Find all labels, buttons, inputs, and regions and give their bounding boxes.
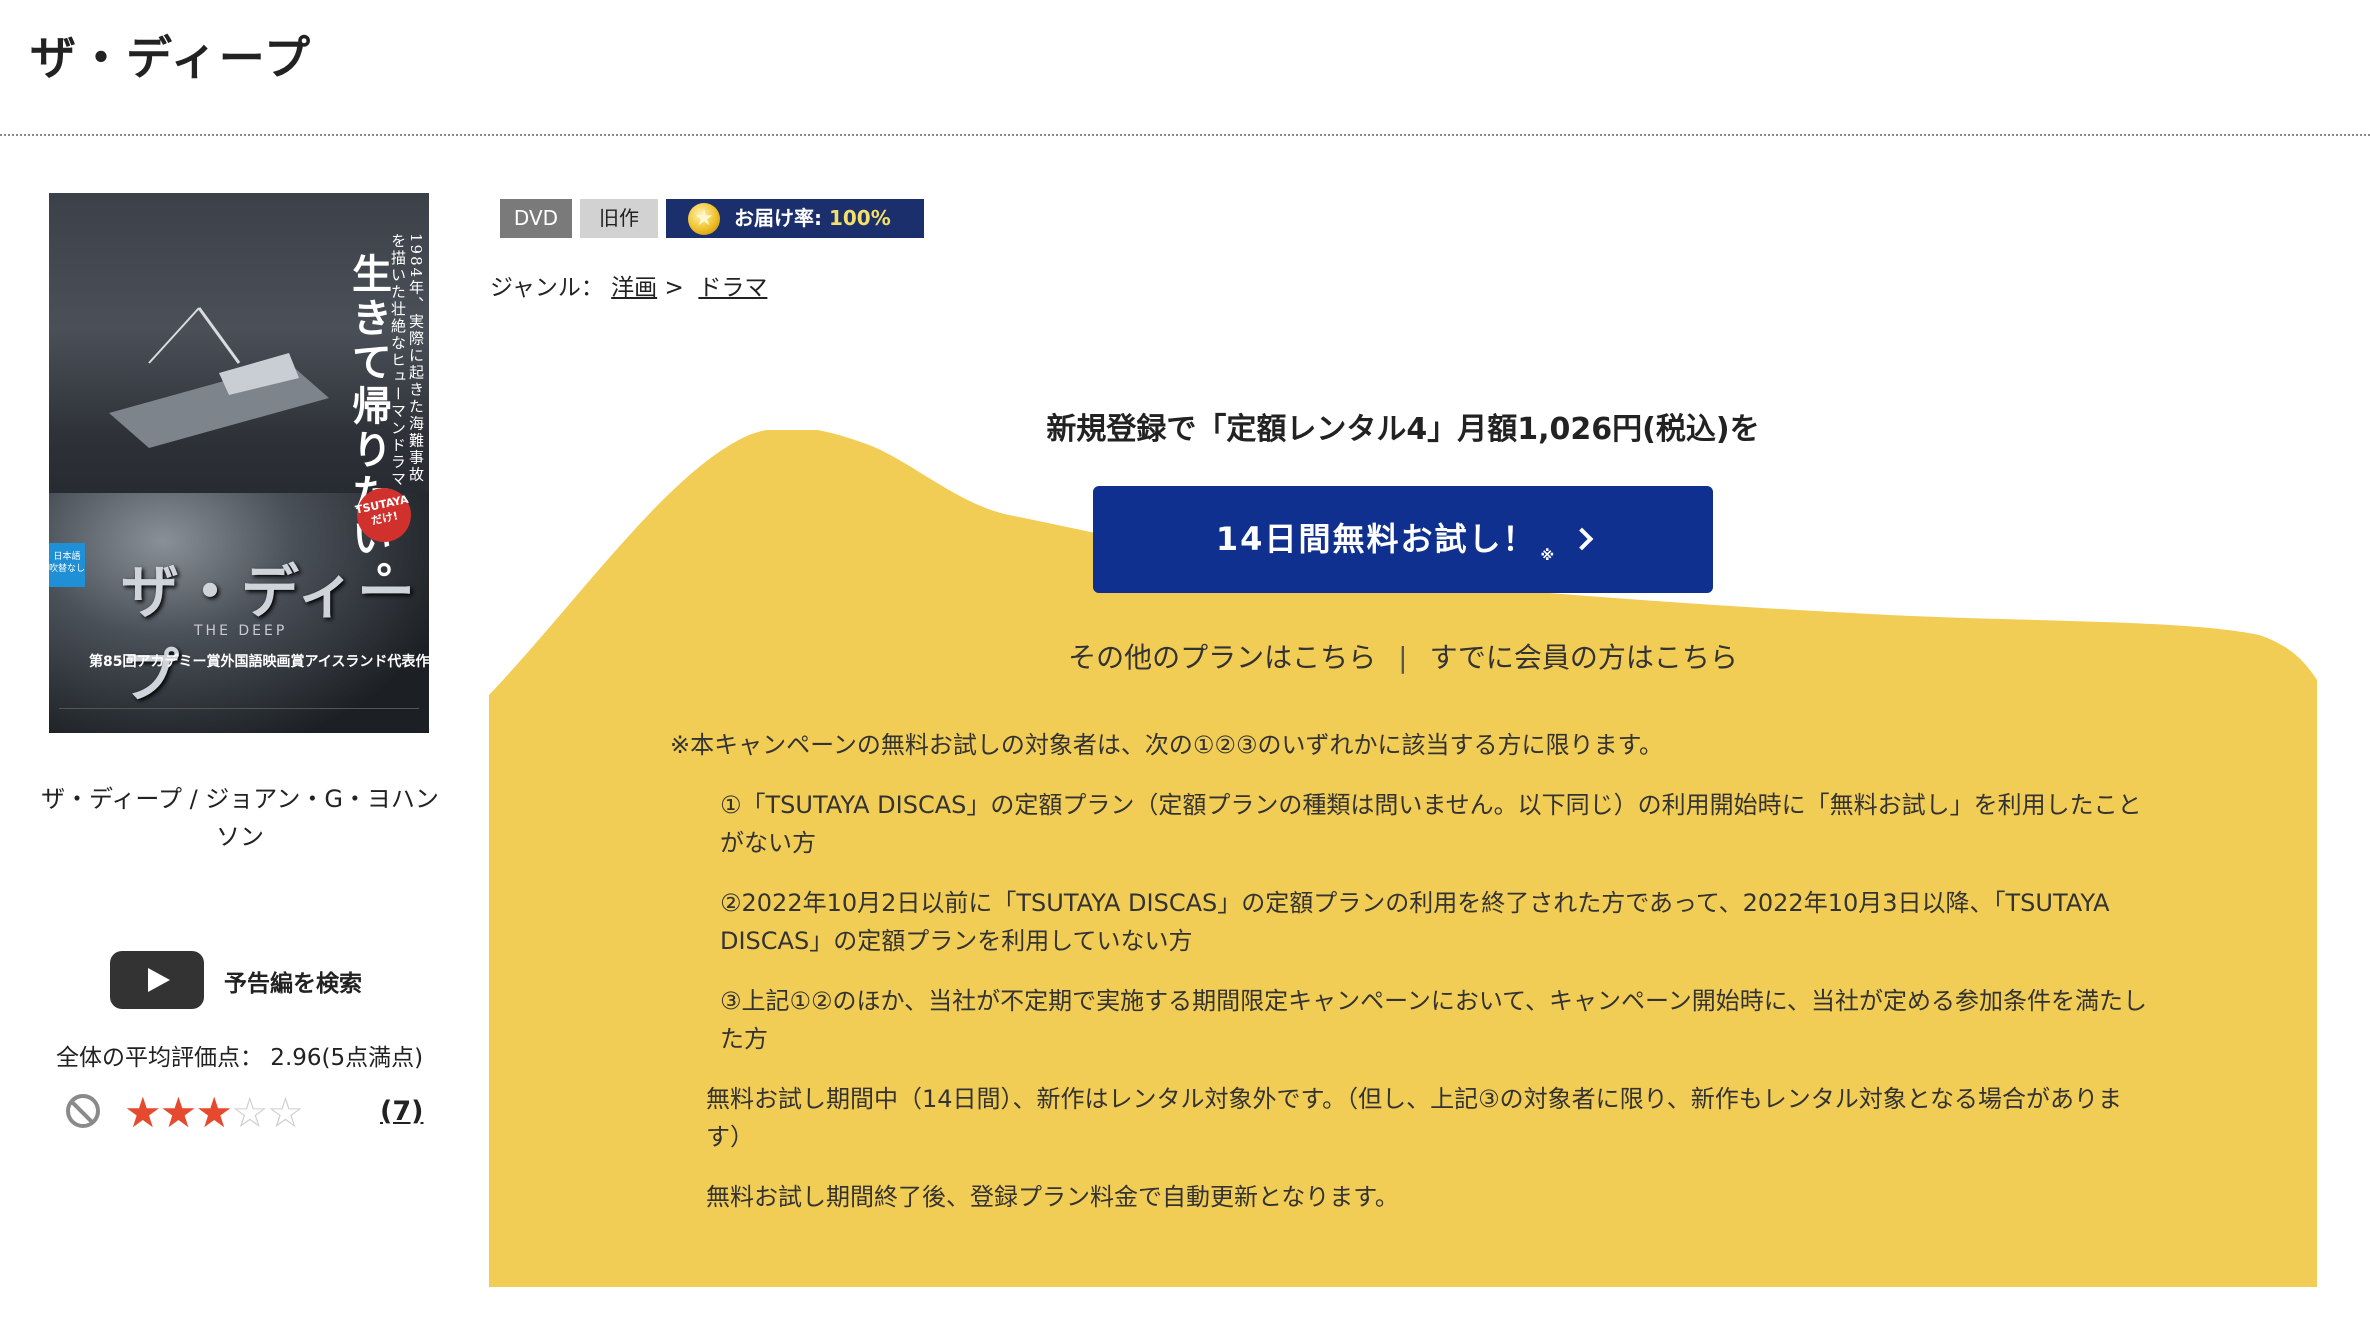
campaign-note-3: ③上記①②のほか、当社が不定期で実施する期間限定キャンペーンにおいて、キャンペー…: [720, 987, 2148, 1053]
star-rating[interactable]: ★★★☆☆: [124, 1088, 305, 1137]
poster-footer: [59, 708, 419, 718]
other-plans-link[interactable]: その他のプランはこちら: [1068, 641, 1376, 674]
genre-link-drama[interactable]: ドラマ: [698, 275, 767, 301]
format-tag: DVD: [500, 199, 572, 238]
gold-star-icon: ★: [688, 203, 720, 235]
review-count[interactable]: (7): [380, 1096, 423, 1127]
movie-poster[interactable]: 1984年、実際に起きた海難事故を描いた壮絶なヒューマンドラマ 生きて帰りたい。…: [49, 193, 429, 733]
trailer-search-link[interactable]: 予告編を検索: [224, 964, 362, 998]
star-icon-filled[interactable]: ★: [160, 1088, 198, 1137]
free-trial-button-label: 14日間無料お試し！: [1215, 520, 1537, 558]
not-interested-icon[interactable]: [66, 1094, 100, 1128]
trailer-play-button[interactable]: [110, 951, 204, 1009]
free-trial-button[interactable]: 14日間無料お試し！ ※: [1093, 486, 1713, 593]
poster-dub-badge: 日本語 吹替なし: [49, 543, 85, 587]
poster-ship-illustration: [109, 307, 329, 448]
play-icon: [148, 968, 170, 992]
chevron-right-icon: [1570, 527, 1594, 551]
campaign-note-1: ①「TSUTAYA DISCAS」の定額プラン（定額プランの種類は問いません。以…: [720, 791, 2142, 857]
star-icon-filled[interactable]: ★: [124, 1088, 162, 1137]
genre-link-foreign[interactable]: 洋画: [611, 275, 657, 301]
free-trial-note-mark: ※: [1540, 548, 1557, 564]
delivery-rate-value: 100%: [828, 206, 891, 230]
genre-separator: >: [664, 275, 684, 301]
genre-label: ジャンル：: [490, 275, 604, 301]
star-icon-empty[interactable]: ☆: [267, 1088, 305, 1137]
campaign-note-2: ②2022年10月2日以前に「TSUTAYA DISCAS」の定額プランの利用を…: [720, 889, 2110, 955]
poster-title-en: THE DEEP: [194, 623, 288, 639]
page-title: ザ・ディープ: [30, 31, 313, 85]
delivery-rate-label: お届け率:: [734, 206, 829, 230]
title-director-caption: ザ・ディープ / ジョアン・G・ヨハンソン: [41, 785, 439, 851]
campaign-notes: ※本キャンペーンの無料お試しの対象者は、次の①②③のいずれかに該当する方に限りま…: [670, 726, 2150, 1238]
member-login-link[interactable]: すでに会員の方はこちら: [1430, 641, 1738, 674]
average-rating: 全体の平均評価点： 2.96(5点満点): [56, 1045, 424, 1071]
review-count-link[interactable]: (7): [380, 1096, 423, 1127]
poster-award-caption: 第85回アカデミー賞外国語映画賞アイスランド代表作品: [89, 654, 429, 670]
star-icon-empty[interactable]: ☆: [231, 1088, 269, 1137]
release-age-tag: 旧作: [580, 199, 658, 238]
star-icon-filled[interactable]: ★: [195, 1088, 233, 1137]
campaign-note-intro: ※本キャンペーンの無料お試しの対象者は、次の①②③のいずれかに該当する方に限りま…: [670, 731, 1664, 759]
link-separator: |: [1398, 641, 1408, 674]
promo-lead-text: 新規登録で「定額レンタル4」月額1,026円(税込)を: [1046, 412, 1760, 447]
genre-breadcrumb: ジャンル： 洋画 > ドラマ: [490, 268, 767, 302]
title-divider: [0, 134, 2370, 136]
campaign-note-new-release: 無料お試し期間中（14日間）、新作はレンタル対象外です。（但し、上記③の対象者に…: [706, 1085, 2122, 1151]
plan-links: その他のプランはこちら | すでに会員の方はこちら: [489, 636, 2317, 676]
campaign-note-auto-renew: 無料お試し期間終了後、登録プラン料金で自動更新となります。: [706, 1183, 1399, 1211]
